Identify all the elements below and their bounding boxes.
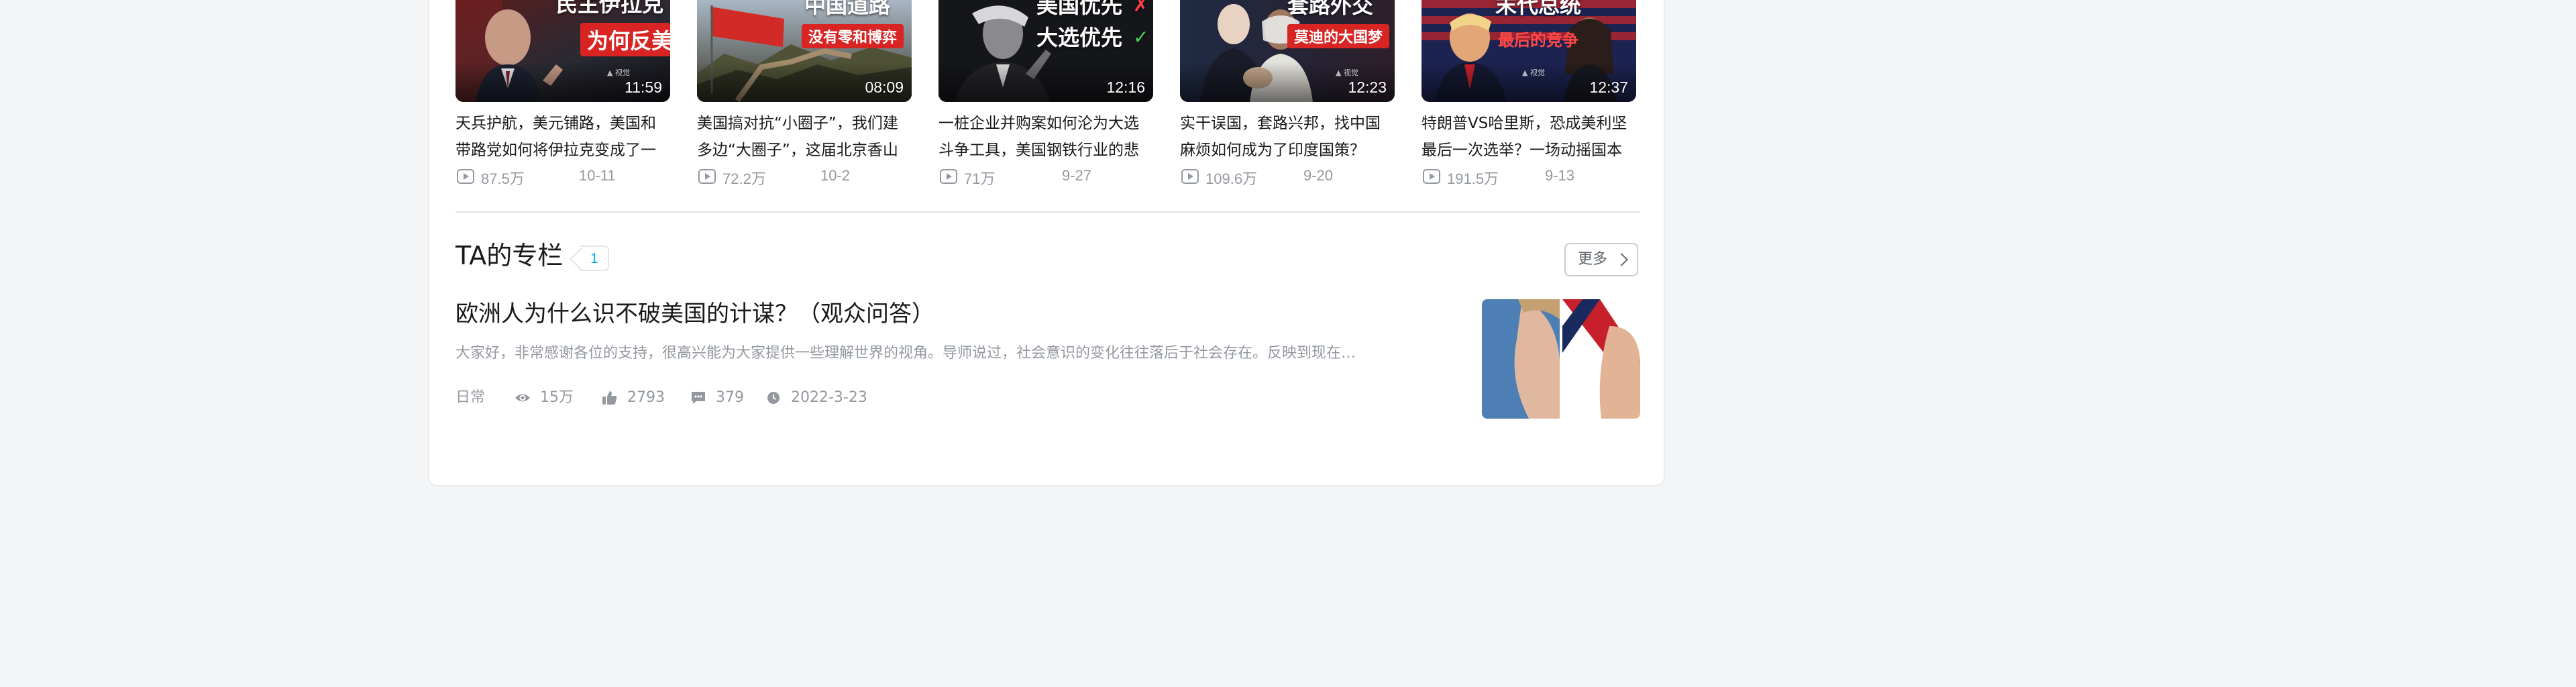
more-button[interactable]: 更多 [1564, 243, 1638, 276]
video-meta: 191.5万 9-13 [1421, 166, 1636, 188]
video-duration: 08:09 [865, 78, 904, 96]
video-meta: 71万 9-27 [938, 166, 1153, 188]
video-title[interactable]: 美国搞对抗“小圈子”，我们建多边“大圈子”，这届北京香山 [697, 110, 912, 164]
video-duration: 12:37 [1589, 78, 1628, 96]
column-count: 1 [590, 251, 598, 266]
article-date: 2022-3-23 [791, 389, 867, 406]
thumbnail-caption: 中国道路 [804, 0, 891, 18]
video-thumbnail[interactable]: 中国道路 没有零和博弈 08:09 [697, 0, 912, 102]
play-count-icon [940, 169, 957, 184]
video-card[interactable]: 美国优先 ✗ 大选优先 ✓ 12:16 一桩企业并购案如何沦为大选斗争工具，美国… [938, 0, 1153, 188]
thumbnail-caption-highlight: 为何反美 [580, 23, 670, 56]
view-eye-icon [515, 394, 530, 402]
article-summary: 大家好，非常感谢各位的支持，很高兴能为大家提供一些理解世界的视角。导师说过，社会… [455, 345, 1356, 362]
publish-date: 9-20 [1303, 167, 1334, 184]
section-divider [455, 211, 1640, 213]
chevron-right-icon [1615, 253, 1628, 266]
clock-icon [767, 392, 780, 404]
video-title[interactable]: 特朗普VS哈里斯，恐成美利坚最后一次选举？一场动摇国本 [1421, 110, 1636, 164]
user-space-panel: 民主伊拉克 为何反美 ▲ 视觉 11:59 天兵护航，美元铺路，美国和带路党如何… [428, 0, 1665, 486]
cover-image [1482, 299, 1640, 419]
video-card[interactable]: 中国道路 没有零和博弈 08:09 美国搞对抗“小圈子”，我们建多边“大圈子”，… [697, 0, 912, 188]
video-card[interactable]: 套路外交 莫迪的大国梦 ▲ 视觉 12:23 实干误国，套路兴邦，找中国麻烦如何… [1180, 0, 1395, 188]
thumbnail-caption: 美国优先 [1036, 0, 1123, 18]
article-views: 15万 [540, 389, 574, 406]
like-thumb-icon [602, 391, 617, 405]
play-count-icon [1423, 169, 1440, 184]
thumbnail-caption: 民主伊拉克 [556, 0, 664, 17]
video-duration: 12:16 [1106, 78, 1145, 96]
article-cover-image[interactable] [1482, 299, 1640, 419]
video-meta: 109.6万 9-20 [1180, 166, 1395, 188]
more-button-label: 更多 [1578, 251, 1608, 268]
play-count-icon [698, 169, 716, 184]
article-title[interactable]: 欧洲人为什么识不破美国的计谋？（观众问答） [455, 298, 934, 330]
article-meta: 日常 15万 2793 379 2022-3-23 [455, 386, 1260, 409]
publish-date: 9-13 [1545, 167, 1575, 184]
view-count: 71万 [964, 170, 996, 187]
video-title[interactable]: 天兵护航，美元铺路，美国和带路党如何将伊拉克变成了一 [455, 110, 670, 164]
video-meta: 72.2万 10-2 [697, 166, 912, 188]
article-likes: 2793 [627, 389, 665, 406]
view-count: 87.5万 [481, 170, 525, 187]
publish-date: 10-11 [579, 167, 616, 184]
video-card[interactable]: 末代总统 最后的竞争 ▲ 视觉 12:37 特朗普VS哈里斯，恐成美利坚最后一次… [1421, 0, 1636, 188]
cross-mark: ✗ [1133, 0, 1149, 16]
section-title: TA的专栏 [455, 241, 564, 270]
video-title[interactable]: 一桩企业并购案如何沦为大选斗争工具，美国钢铁行业的悲 [938, 110, 1153, 164]
thumbnail-caption: 末代总统 [1495, 0, 1582, 18]
video-duration: 11:59 [625, 78, 662, 96]
video-thumbnail[interactable]: 末代总统 最后的竞争 ▲ 视觉 12:37 [1421, 0, 1636, 102]
video-duration: 12:23 [1348, 78, 1387, 96]
thumbnail-caption-highlight: 莫迪的大国梦 [1287, 24, 1390, 48]
video-thumbnail[interactable]: 套路外交 莫迪的大国梦 ▲ 视觉 12:23 [1180, 0, 1395, 102]
publish-date: 9-27 [1062, 167, 1092, 184]
thumbnail-caption-secondary: 大选优先 [1036, 25, 1123, 50]
view-count: 109.6万 [1205, 170, 1258, 187]
thumbnail-caption: 套路外交 [1287, 0, 1374, 18]
comment-icon [692, 392, 705, 404]
column-count-badge: 1 [580, 246, 609, 271]
article-category: 日常 [455, 389, 486, 406]
video-meta: 87.5万 10-11 [455, 166, 670, 188]
video-thumbnail[interactable]: 美国优先 ✗ 大选优先 ✓ 12:16 [938, 0, 1153, 102]
video-thumbnail[interactable]: 民主伊拉克 为何反美 ▲ 视觉 11:59 [455, 0, 670, 102]
thumbnail-caption-highlight: 没有零和博弈 [802, 24, 904, 48]
article-item[interactable]: 欧洲人为什么识不破美国的计谋？（观众问答） 大家好，非常感谢各位的支持，很高兴能… [455, 295, 1640, 423]
view-count: 72.2万 [722, 170, 766, 187]
view-count: 191.5万 [1447, 170, 1499, 187]
video-title[interactable]: 实干误国，套路兴邦，找中国麻烦如何成为了印度国策？ [1180, 110, 1395, 164]
video-card[interactable]: 民主伊拉克 为何反美 ▲ 视觉 11:59 天兵护航，美元铺路，美国和带路党如何… [455, 0, 670, 188]
article-comments: 379 [716, 389, 744, 406]
check-mark: ✓ [1133, 26, 1149, 48]
play-count-icon [1181, 169, 1199, 184]
thumbnail-caption-highlight: 最后的竞争 [1498, 31, 1578, 50]
publish-date: 10-2 [820, 167, 851, 184]
play-count-icon [457, 169, 474, 184]
video-list: 民主伊拉克 为何反美 ▲ 视觉 11:59 天兵护航，美元铺路，美国和带路党如何… [455, 0, 1640, 188]
